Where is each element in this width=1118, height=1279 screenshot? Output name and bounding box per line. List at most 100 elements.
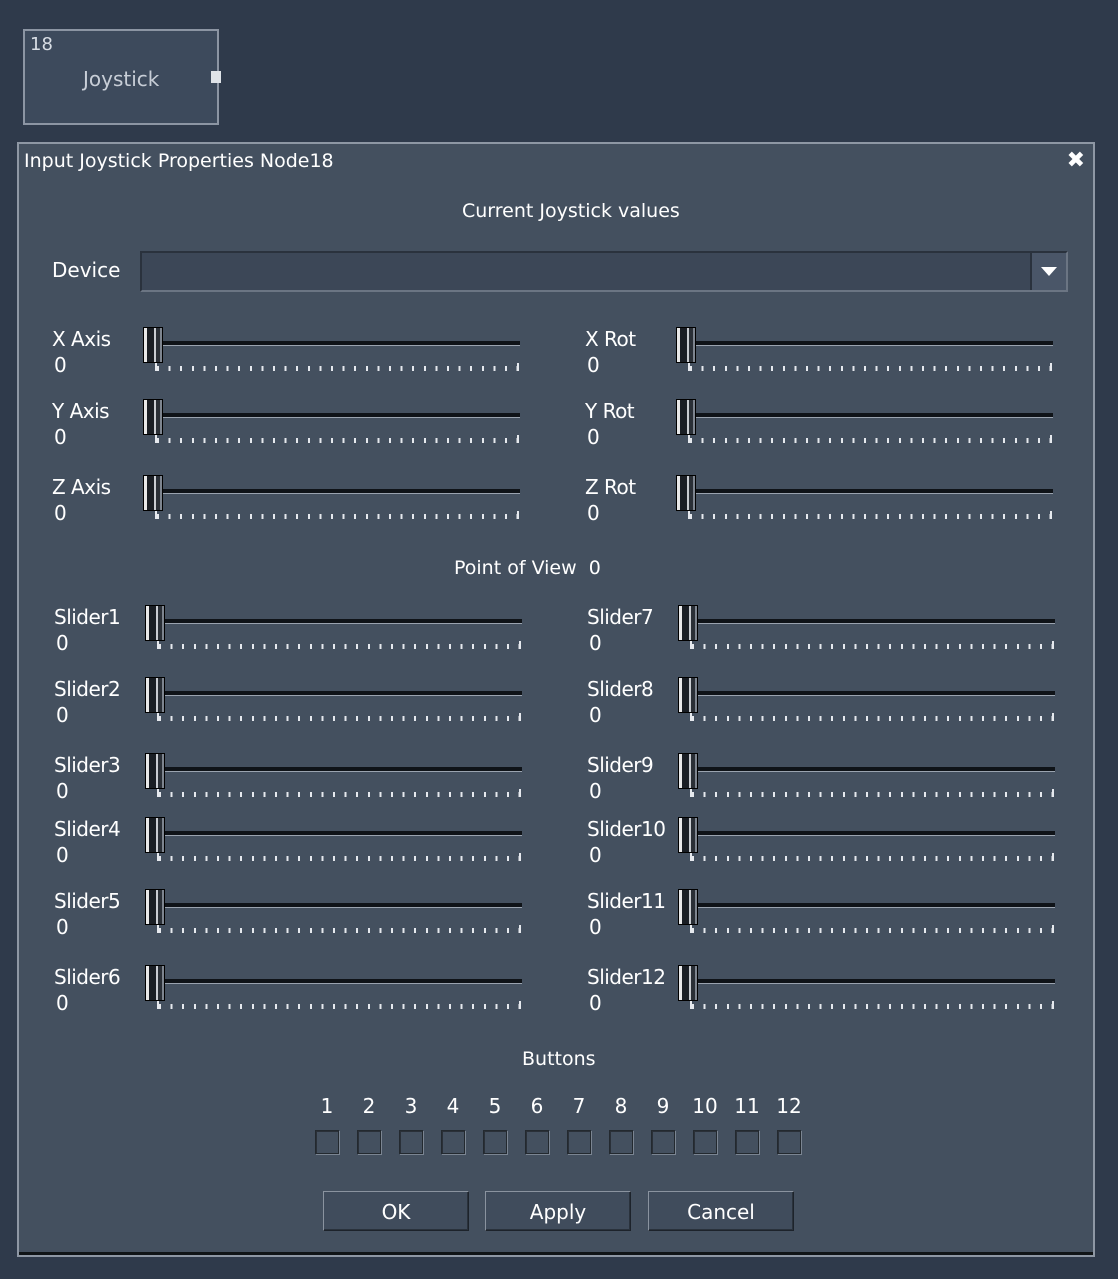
slider5-track[interactable] [147,903,522,908]
slider9-track[interactable] [680,767,1055,772]
axis-x-rot-label: X Rot [585,327,636,351]
button-indicator-11 [735,1130,759,1154]
button-indicator-8 [609,1130,633,1154]
pov-value: 0 [588,557,601,579]
pov-readout: Point of View 0 [454,557,601,579]
button-indicator-4 [441,1130,465,1154]
axis-x-rot-track[interactable] [678,341,1053,346]
axis-y-rot-track[interactable] [678,413,1053,418]
slider12-ticks [690,1001,1054,1009]
axis-x-rot-slider-handle[interactable] [676,327,696,363]
slider10-slider-handle[interactable] [678,817,698,853]
button-indicator-7 [567,1130,591,1154]
button-indicator-9 [651,1130,675,1154]
cancel-button[interactable]: Cancel [648,1191,794,1231]
slider9-slider-handle[interactable] [678,753,698,789]
slider6-slider-handle[interactable] [145,965,165,1001]
slider1-slider-handle[interactable] [145,605,165,641]
axis-x-axis-slider-handle[interactable] [143,327,163,363]
slider11-control: Slider11 0 [587,889,1107,949]
slider10-track[interactable] [680,831,1055,836]
slider11-ticks [690,925,1054,933]
axis-x-axis-track[interactable] [145,341,520,346]
slider8-label: Slider8 [587,677,654,701]
button-number-4: 4 [446,1094,460,1118]
slider8-value: 0 [589,703,602,727]
axis-x-rot-ticks [688,363,1052,371]
slider8-track[interactable] [680,691,1055,696]
axis-z-rot-track[interactable] [678,489,1053,494]
slider4-control: Slider4 0 [54,817,574,877]
ok-button[interactable]: OK [323,1191,469,1231]
axis-z-axis-label: Z Axis [52,475,111,499]
slider5-label: Slider5 [54,889,121,913]
dialog-title: Input Joystick Properties Node18 [24,150,334,172]
button-indicator-2 [357,1130,381,1154]
pov-label: Point of View [454,557,577,579]
slider8-slider-handle[interactable] [678,677,698,713]
axis-y-axis-track[interactable] [145,413,520,418]
axis-z-rot-slider-handle[interactable] [676,475,696,511]
joystick-node[interactable]: 18 Joystick [23,29,221,125]
slider2-track[interactable] [147,691,522,696]
axis-y-axis-slider-handle[interactable] [143,399,163,435]
buttons-heading: Buttons [522,1048,596,1070]
slider2-slider-handle[interactable] [145,677,165,713]
slider4-track[interactable] [147,831,522,836]
slider1-label: Slider1 [54,605,121,629]
close-icon[interactable]: ✖ [1067,148,1085,173]
slider5-slider-handle[interactable] [145,889,165,925]
slider12-slider-handle[interactable] [678,965,698,1001]
slider7-ticks [690,641,1054,649]
button-indicator-5 [483,1130,507,1154]
axis-y-rot-ticks [688,435,1052,443]
slider11-track[interactable] [680,903,1055,908]
chevron-down-icon[interactable] [1030,253,1066,290]
slider12-value: 0 [589,991,602,1015]
dialog-titlebar[interactable]: Input Joystick Properties Node18 ✖ [19,144,1093,178]
button-number-7: 7 [572,1094,586,1118]
device-select[interactable] [140,251,1068,292]
slider12-track[interactable] [680,979,1055,984]
axis-x-axis-ticks [155,363,519,371]
slider11-value: 0 [589,915,602,939]
slider8-ticks [690,713,1054,721]
slider4-slider-handle[interactable] [145,817,165,853]
slider11-label: Slider11 [587,889,666,913]
axis-z-axis-track[interactable] [145,489,520,494]
slider3-slider-handle[interactable] [145,753,165,789]
slider1-track[interactable] [147,619,522,624]
axis-x-axis-control: X Axis 0 [52,327,572,387]
node-output-port[interactable] [211,71,221,83]
axis-x-axis-label: X Axis [52,327,111,351]
slider3-track[interactable] [147,767,522,772]
axis-y-rot-label: Y Rot [585,399,635,423]
button-number-10: 10 [692,1094,718,1118]
axis-y-rot-slider-handle[interactable] [676,399,696,435]
button-number-11: 11 [734,1094,760,1118]
joystick-properties-dialog: Input Joystick Properties Node18 ✖ Curre… [17,142,1095,1257]
slider6-track[interactable] [147,979,522,984]
axis-z-axis-control: Z Axis 0 [52,475,572,535]
axis-z-rot-value: 0 [587,501,600,525]
axis-z-axis-value: 0 [54,501,67,525]
axis-z-axis-slider-handle[interactable] [143,475,163,511]
axis-x-rot-value: 0 [587,353,600,377]
axis-z-rot-control: Z Rot 0 [585,475,1105,535]
slider11-slider-handle[interactable] [678,889,698,925]
slider12-label: Slider12 [587,965,666,989]
axis-y-axis-value: 0 [54,425,67,449]
slider10-value: 0 [589,843,602,867]
slider3-control: Slider3 0 [54,753,574,813]
axis-z-rot-label: Z Rot [585,475,636,499]
button-number-2: 2 [362,1094,376,1118]
slider7-slider-handle[interactable] [678,605,698,641]
slider4-ticks [157,853,521,861]
slider9-ticks [690,789,1054,797]
apply-button[interactable]: Apply [485,1191,631,1231]
slider7-track[interactable] [680,619,1055,624]
button-number-9: 9 [656,1094,670,1118]
slider10-ticks [690,853,1054,861]
slider6-label: Slider6 [54,965,121,989]
slider4-value: 0 [56,843,69,867]
